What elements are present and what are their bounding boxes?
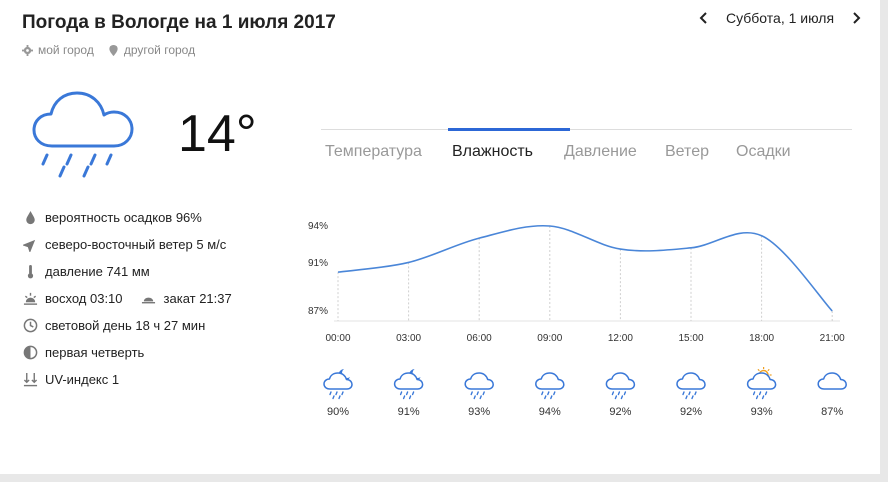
humidity-chart: 94% 91% 87% 00:00 03:00 06:00 09:00 12:00 15:00 1… bbox=[308, 221, 847, 418]
cloud-rain-sun-icon bbox=[746, 367, 777, 400]
cloud-rain-icon bbox=[676, 372, 706, 400]
current-date: Суббота, 1 июля bbox=[726, 10, 835, 26]
moon-text: первая четверть bbox=[45, 345, 145, 360]
cloud-rain-icon bbox=[605, 372, 636, 400]
x-tick-label: 03:00 bbox=[396, 333, 421, 344]
tab-temperature[interactable]: Температура bbox=[325, 129, 452, 167]
pressure-text: давление 741 мм bbox=[45, 264, 150, 279]
my-city-link[interactable]: мой город bbox=[22, 43, 94, 57]
uv-row: UV-индекс 1 bbox=[22, 366, 232, 393]
daylength-text: световой день 18 ч 27 мин bbox=[45, 318, 206, 333]
tab-humidity[interactable]: Влажность bbox=[448, 128, 570, 167]
hourly-humidity-label: 87% bbox=[821, 406, 843, 418]
y-tick-label: 87% bbox=[308, 306, 328, 317]
tab-wind[interactable]: Ветер bbox=[665, 129, 736, 167]
x-tick-label: 09:00 bbox=[537, 333, 562, 344]
cloud-rain-moon-icon bbox=[323, 369, 353, 400]
clock-icon bbox=[23, 318, 37, 333]
cloud-rain-icon bbox=[535, 372, 565, 400]
x-tick-label: 21:00 bbox=[820, 333, 845, 344]
thermometer-icon bbox=[27, 264, 33, 279]
humidity-series-line bbox=[337, 224, 833, 312]
x-tick-label: 12:00 bbox=[608, 333, 633, 344]
chart-tabs: Температура Влажность Давление Ветер Оса… bbox=[325, 128, 791, 167]
cloud-rain-icon bbox=[464, 372, 494, 400]
hourly-humidity-label: 90% bbox=[327, 406, 349, 418]
pressure-row: давление 741 мм bbox=[22, 258, 232, 285]
daylength-row: световой день 18 ч 27 мин bbox=[22, 312, 232, 339]
next-day-button[interactable] bbox=[848, 10, 864, 26]
gear-icon bbox=[22, 44, 33, 56]
hourly-humidity-label: 91% bbox=[398, 406, 420, 418]
location-pin-icon bbox=[109, 44, 118, 56]
sunset-icon bbox=[141, 297, 156, 304]
weather-card: Погода в Вологде на 1 июля 2017 мой горо… bbox=[0, 0, 880, 474]
x-tick-label: 00:00 bbox=[325, 333, 350, 344]
prev-day-button[interactable] bbox=[696, 10, 712, 26]
my-city-label: мой город bbox=[38, 43, 94, 57]
uv-arrows-icon bbox=[23, 372, 37, 387]
other-city-link[interactable]: другой город bbox=[108, 43, 195, 57]
page-title: Погода в Вологде на 1 июля 2017 bbox=[22, 12, 336, 33]
y-tick-label: 94% bbox=[308, 221, 328, 232]
tab-pressure[interactable]: Давление bbox=[564, 129, 665, 167]
moon-phase-icon bbox=[23, 345, 37, 360]
hourly-humidity-label: 92% bbox=[609, 406, 631, 418]
city-links: мой город другой город bbox=[22, 43, 195, 57]
x-tick-label: 18:00 bbox=[749, 333, 774, 344]
hourly-humidity-label: 93% bbox=[468, 406, 490, 418]
wind-direction-icon bbox=[22, 239, 35, 252]
precip-text: вероятность осадков 96% bbox=[45, 210, 202, 225]
x-tick-label: 15:00 bbox=[678, 333, 703, 344]
current-temperature: 14° bbox=[178, 105, 257, 163]
cloud-rain-moon-icon bbox=[393, 369, 424, 400]
precip-row: вероятность осадков 96% bbox=[22, 204, 232, 231]
sun-row: восход 03:10 закат 21:37 bbox=[22, 285, 232, 312]
wind-row: северо-восточный ветер 5 м/с bbox=[22, 231, 232, 258]
chevron-right-icon bbox=[853, 12, 861, 24]
chevron-left-icon bbox=[699, 12, 707, 24]
cloud-icon bbox=[817, 372, 847, 390]
uv-text: UV-индекс 1 bbox=[45, 372, 120, 387]
weather-details: вероятность осадков 96% северо-восточный… bbox=[22, 204, 232, 393]
hourly-humidity-label: 92% bbox=[680, 406, 702, 418]
moon-row: первая четверть bbox=[22, 339, 232, 366]
droplet-icon bbox=[25, 210, 35, 225]
hourly-humidity-label: 93% bbox=[751, 406, 773, 418]
sunset-text: закат 21:37 bbox=[163, 291, 232, 306]
hourly-humidity-label: 94% bbox=[539, 406, 561, 418]
x-tick-label: 06:00 bbox=[467, 333, 492, 344]
other-city-label: другой город bbox=[123, 43, 196, 57]
tab-precipitation[interactable]: Осадки bbox=[736, 129, 791, 167]
sunrise-icon bbox=[23, 292, 37, 305]
wind-text: северо-восточный ветер 5 м/с bbox=[45, 237, 227, 252]
y-tick-label: 91% bbox=[308, 258, 328, 269]
sunrise-text: восход 03:10 bbox=[45, 291, 123, 306]
date-navigation: Суббота, 1 июля bbox=[696, 10, 864, 26]
cloud-rain-icon bbox=[32, 91, 134, 178]
